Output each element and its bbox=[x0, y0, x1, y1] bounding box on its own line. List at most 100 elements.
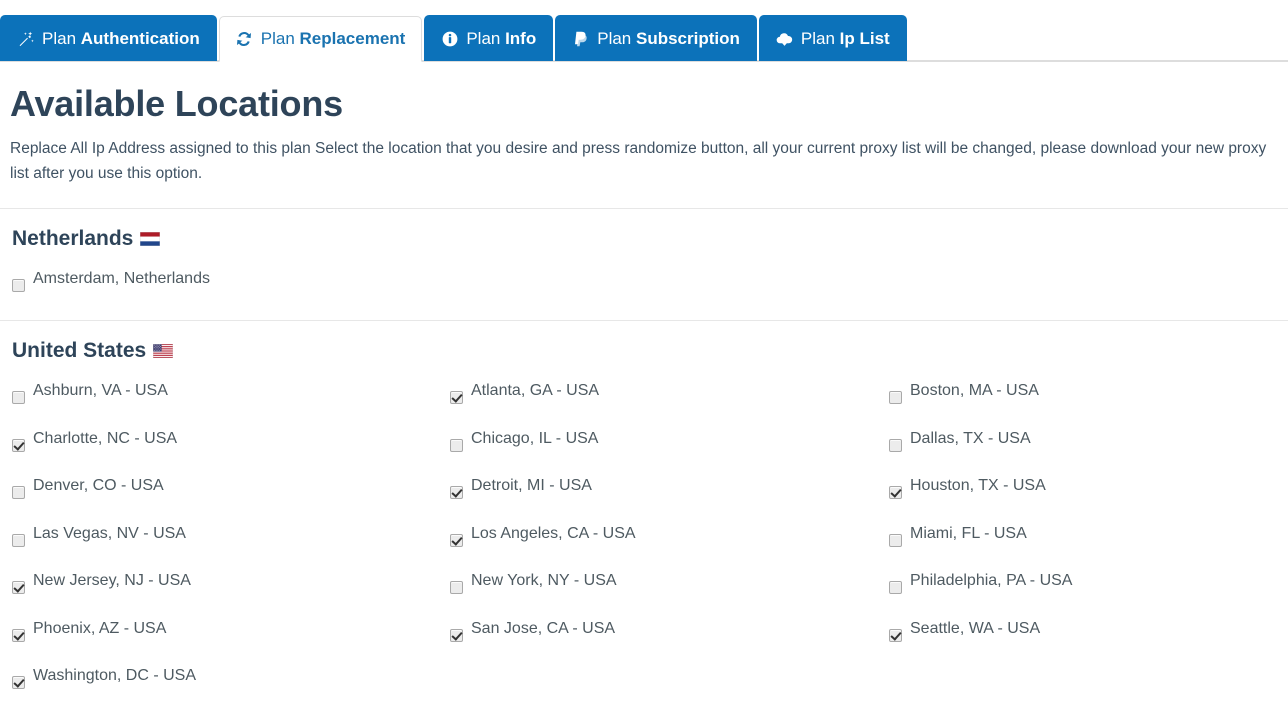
location-checkbox-item[interactable]: Philadelphia, PA - USA bbox=[889, 561, 1288, 609]
tab-label: Plan Authentication bbox=[42, 29, 200, 49]
location-checkbox-item[interactable]: Las Vegas, NV - USA bbox=[12, 514, 450, 562]
tab-label-prefix: Plan bbox=[42, 28, 81, 48]
location-grid: Ashburn, VA - USA Atlanta, GA - USA Boston… bbox=[12, 371, 1288, 704]
country-name: Netherlands bbox=[12, 226, 134, 250]
tab-label-name: Authentication bbox=[80, 28, 200, 48]
tab-label: Plan Subscription bbox=[597, 29, 740, 49]
country-section-netherlands: Netherlands Amsterdam, Netherlands bbox=[0, 209, 1288, 321]
page-body: Available Locations Replace All Ip Addre… bbox=[0, 84, 1288, 186]
location-checkbox[interactable] bbox=[12, 486, 25, 500]
location-checkbox-item[interactable]: Amsterdam, Netherlands bbox=[12, 259, 450, 307]
location-grid: Amsterdam, Netherlands bbox=[12, 259, 1288, 307]
location-label: Las Vegas, NV - USA bbox=[33, 524, 186, 542]
country-sections: Netherlands Amsterdam, Netherlands United… bbox=[0, 209, 1288, 707]
location-checkbox[interactable] bbox=[12, 676, 25, 690]
location-checkbox-item[interactable]: Charlotte, NC - USA bbox=[12, 419, 450, 467]
location-checkbox[interactable] bbox=[450, 438, 463, 452]
location-label: Los Angeles, CA - USA bbox=[471, 524, 636, 542]
location-checkbox[interactable] bbox=[12, 278, 25, 292]
tab-label: Plan Info bbox=[466, 29, 536, 49]
location-label: Detroit, MI - USA bbox=[471, 477, 592, 495]
flag-netherlands-icon bbox=[140, 231, 161, 246]
location-checkbox-item[interactable]: Chicago, IL - USA bbox=[450, 419, 889, 467]
location-checkbox-item[interactable]: Atlanta, GA - USA bbox=[450, 371, 889, 419]
location-label: Houston, TX - USA bbox=[910, 477, 1046, 495]
location-checkbox[interactable] bbox=[450, 533, 463, 547]
location-label: Philadelphia, PA - USA bbox=[910, 572, 1073, 590]
location-label: Phoenix, AZ - USA bbox=[33, 619, 167, 637]
location-checkbox-item[interactable]: Miami, FL - USA bbox=[889, 514, 1288, 562]
location-label: Chicago, IL - USA bbox=[471, 429, 599, 447]
location-checkbox[interactable] bbox=[12, 533, 25, 547]
location-label: Amsterdam, Netherlands bbox=[33, 269, 210, 287]
location-label: New York, NY - USA bbox=[471, 572, 617, 590]
location-checkbox-item[interactable]: Houston, TX - USA bbox=[889, 466, 1288, 514]
location-checkbox[interactable] bbox=[12, 438, 25, 452]
location-checkbox[interactable] bbox=[450, 628, 463, 642]
cloud-download-icon bbox=[776, 30, 793, 47]
tab-replacement[interactable]: Plan Replacement bbox=[218, 16, 423, 62]
country-title: Netherlands bbox=[12, 227, 1288, 251]
refresh-sync-icon bbox=[236, 31, 253, 48]
location-checkbox-item[interactable]: San Jose, CA - USA bbox=[450, 609, 889, 657]
magic-wand-icon bbox=[17, 30, 34, 47]
tab-label-prefix: Plan bbox=[800, 28, 840, 48]
location-label: Washington, DC - USA bbox=[33, 667, 197, 685]
location-checkbox[interactable] bbox=[889, 391, 902, 405]
location-label: Dallas, TX - USA bbox=[910, 429, 1031, 447]
flag-united-states-icon bbox=[153, 344, 174, 359]
location-label: Charlotte, NC - USA bbox=[33, 429, 178, 447]
info-circle-icon bbox=[441, 30, 458, 47]
country-title: United States bbox=[12, 339, 1288, 363]
location-checkbox[interactable] bbox=[889, 438, 902, 452]
location-checkbox[interactable] bbox=[889, 533, 902, 547]
tab-ip-list[interactable]: Plan Ip List bbox=[758, 15, 907, 61]
page-title: Available Locations bbox=[10, 83, 343, 124]
location-checkbox[interactable] bbox=[12, 628, 25, 642]
location-checkbox-item[interactable]: New Jersey, NJ - USA bbox=[12, 561, 450, 609]
location-checkbox[interactable] bbox=[889, 628, 902, 642]
location-checkbox[interactable] bbox=[450, 391, 463, 405]
location-checkbox[interactable] bbox=[12, 391, 25, 405]
location-checkbox[interactable] bbox=[889, 486, 902, 500]
location-label: Ashburn, VA - USA bbox=[33, 382, 168, 400]
location-checkbox-item[interactable]: Boston, MA - USA bbox=[889, 371, 1288, 419]
tab-label-name: Subscription bbox=[635, 28, 740, 48]
location-label: Atlanta, GA - USA bbox=[471, 382, 600, 400]
location-checkbox-item[interactable]: Dallas, TX - USA bbox=[889, 419, 1288, 467]
tab-label-name: Ip List bbox=[839, 28, 890, 48]
location-label: San Jose, CA - USA bbox=[471, 619, 616, 637]
location-checkbox-item[interactable]: Phoenix, AZ - USA bbox=[12, 609, 450, 657]
location-checkbox-item[interactable]: Washington, DC - USA bbox=[12, 656, 450, 704]
location-checkbox-item[interactable]: Ashburn, VA - USA bbox=[12, 371, 450, 419]
tab-label-name: Replacement bbox=[299, 29, 406, 48]
plan-tab-bar: Plan Authentication Plan Replacement Pla… bbox=[0, 0, 1288, 62]
country-section-united-states: United States Ashburn, VA - USA Atlanta,… bbox=[0, 321, 1288, 707]
location-label: Boston, MA - USA bbox=[910, 382, 1039, 400]
location-checkbox-item[interactable]: Seattle, WA - USA bbox=[889, 609, 1288, 657]
tab-label-prefix: Plan bbox=[260, 29, 300, 48]
location-checkbox-item[interactable]: Denver, CO - USA bbox=[12, 466, 450, 514]
tab-label-prefix: Plan bbox=[466, 28, 506, 48]
location-label: New Jersey, NJ - USA bbox=[33, 572, 191, 590]
tab-label: Plan Replacement bbox=[261, 29, 406, 49]
location-label: Denver, CO - USA bbox=[33, 477, 164, 495]
location-label: Miami, FL - USA bbox=[910, 524, 1027, 542]
location-checkbox[interactable] bbox=[450, 581, 463, 595]
location-label: Seattle, WA - USA bbox=[910, 619, 1041, 637]
location-checkbox[interactable] bbox=[12, 581, 25, 595]
location-checkbox-item[interactable]: Los Angeles, CA - USA bbox=[450, 514, 889, 562]
tab-subscription[interactable]: Plan Subscription bbox=[555, 15, 757, 61]
location-checkbox[interactable] bbox=[889, 581, 902, 595]
tab-authentication[interactable]: Plan Authentication bbox=[0, 15, 217, 61]
location-checkbox[interactable] bbox=[450, 486, 463, 500]
page-description: Replace All Ip Address assigned to this … bbox=[10, 139, 1267, 182]
tab-label: Plan Ip List bbox=[801, 29, 890, 49]
location-checkbox-item[interactable]: Detroit, MI - USA bbox=[450, 466, 889, 514]
location-checkbox-item[interactable]: New York, NY - USA bbox=[450, 561, 889, 609]
tab-label-prefix: Plan bbox=[597, 28, 636, 48]
tab-label-name: Info bbox=[505, 28, 537, 48]
tab-info[interactable]: Plan Info bbox=[424, 15, 554, 61]
paypal-icon bbox=[572, 30, 589, 47]
country-name: United States bbox=[12, 339, 147, 363]
